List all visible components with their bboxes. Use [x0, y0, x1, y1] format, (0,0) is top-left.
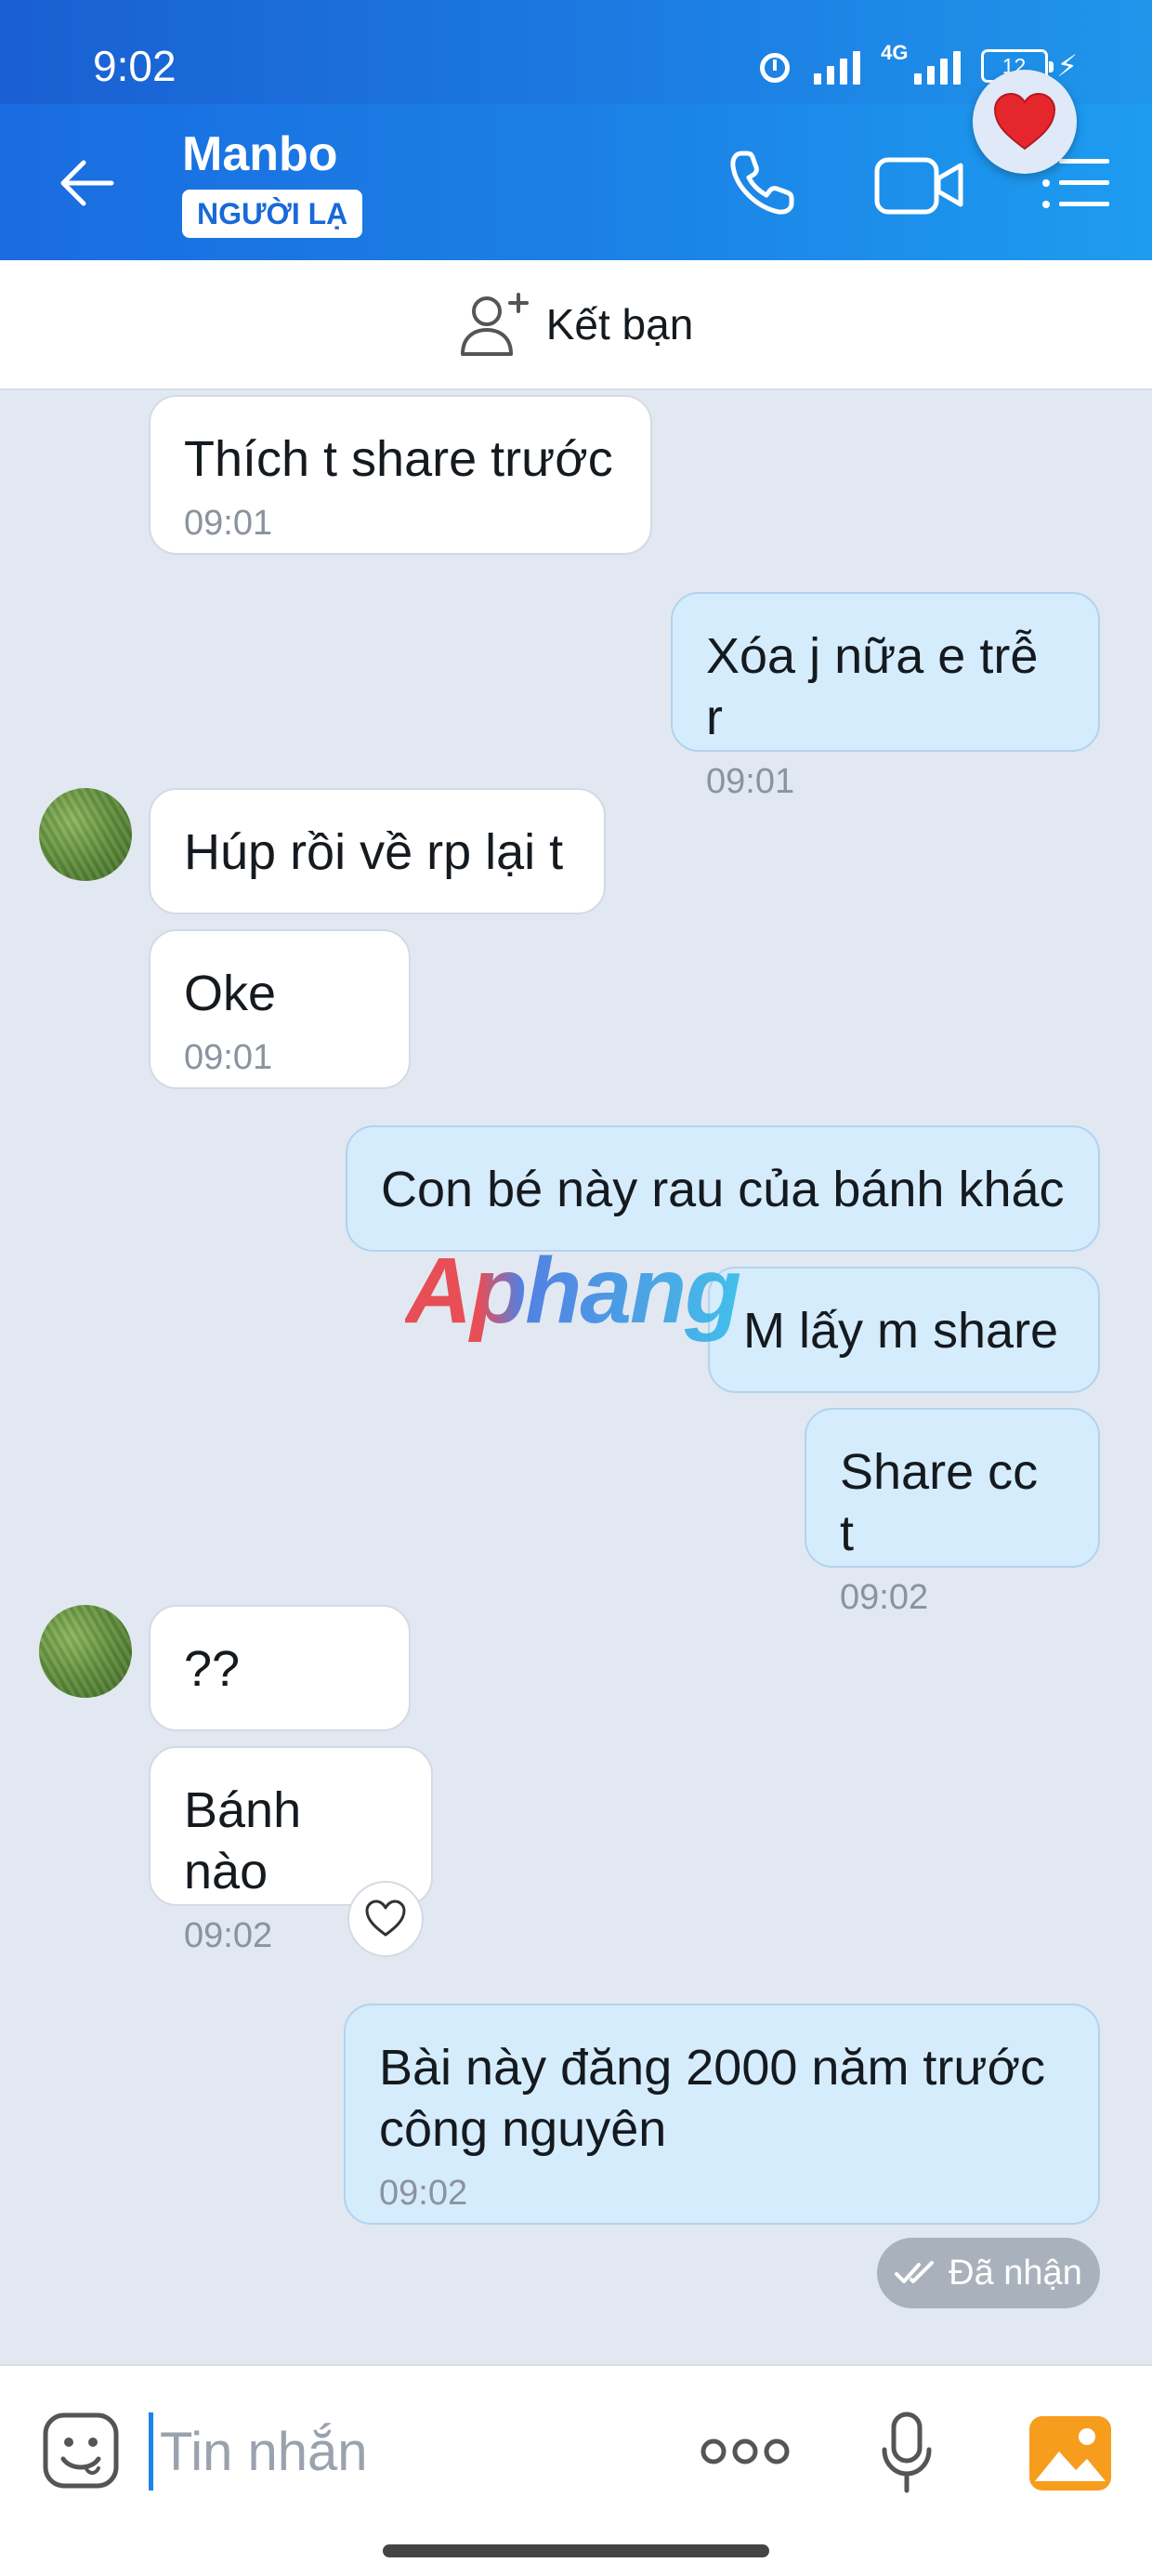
message-time: 09:01	[184, 504, 273, 543]
message-text: Bài này đăng 2000 năm trước công nguyên	[379, 2040, 1045, 2157]
gallery-image-icon[interactable]	[1029, 2416, 1111, 2491]
message-time: 09:01	[184, 1038, 273, 1077]
reaction-button[interactable]	[347, 1881, 424, 1957]
heart-outline-icon	[365, 1899, 406, 1937]
add-friend-bar[interactable]: Kết bạn	[0, 260, 1152, 390]
message-bubble-outgoing[interactable]: Bài này đăng 2000 năm trước công nguyên …	[344, 2004, 1100, 2225]
delivery-status-text: Đã nhận	[949, 2253, 1082, 2293]
message-bubble-outgoing[interactable]: Xóa j nữa e trễ r 09:01	[671, 592, 1100, 801]
status-bar: 9:02 4G 12 ⚡	[0, 0, 1152, 104]
contact-name[interactable]: Manbo	[182, 126, 338, 182]
message-text: Con bé này rau của bánh khác	[381, 1162, 1065, 1217]
sticker-emoji-icon[interactable]	[41, 2411, 121, 2491]
stranger-badge: NGƯỜI LẠ	[182, 190, 363, 238]
charging-icon: ⚡	[1056, 49, 1078, 83]
message-bubble-outgoing[interactable]: Con bé này rau của bánh khác	[346, 1125, 1100, 1252]
message-bubble-outgoing[interactable]: Share cc t 09:02	[805, 1408, 1100, 1617]
video-call-icon[interactable]	[873, 151, 966, 219]
message-text: M lấy m share	[743, 1303, 1059, 1359]
delivery-status-badge: Đã nhận	[877, 2238, 1100, 2308]
message-time: 09:02	[840, 1578, 929, 1617]
message-composer	[0, 2364, 1152, 2576]
microphone-icon[interactable]	[879, 2411, 935, 2494]
message-bubble-incoming[interactable]: Thích t share trước 09:01	[149, 395, 652, 555]
add-friend-label: Kết bạn	[545, 300, 694, 348]
message-text: Húp rồi về rp lại t	[184, 824, 564, 880]
home-indicator	[383, 2544, 769, 2557]
signal-icon-sim2	[913, 47, 961, 85]
more-options-icon[interactable]	[699, 2431, 792, 2472]
double-check-icon	[895, 2261, 935, 2283]
message-bubble-incoming[interactable]: Húp rồi về rp lại t	[149, 788, 606, 914]
avatar[interactable]	[39, 788, 132, 881]
watermark-logo: Aphang	[405, 1239, 741, 1343]
floating-heart-button[interactable]	[973, 70, 1077, 174]
message-time: 09:02	[379, 2174, 468, 2213]
back-arrow-icon[interactable]	[56, 151, 121, 216]
message-text: ??	[184, 1641, 241, 1697]
heart-icon	[993, 92, 1056, 151]
message-time: 09:01	[706, 762, 795, 801]
message-bubble-incoming[interactable]: Oke 09:01	[149, 929, 411, 1089]
status-time: 9:02	[93, 42, 177, 90]
message-bubble-outgoing[interactable]: M lấy m share	[708, 1267, 1100, 1393]
avatar[interactable]	[39, 1605, 132, 1698]
text-cursor	[149, 2412, 153, 2491]
message-bubble-incoming[interactable]: ??	[149, 1605, 411, 1731]
message-input[interactable]	[160, 2411, 661, 2492]
message-text: Thích t share trước	[184, 431, 613, 487]
alarm-icon	[756, 47, 793, 85]
signal-icon	[814, 47, 861, 85]
network-type: 4G	[881, 41, 909, 64]
message-text: Bánh nào	[184, 1782, 302, 1899]
add-user-icon	[460, 293, 529, 356]
phone-icon[interactable]	[725, 146, 799, 220]
message-text: Share cc t	[840, 1444, 1039, 1561]
message-text: Oke	[184, 966, 277, 1021]
message-text: Xóa j nữa e trễ r	[706, 628, 1039, 745]
